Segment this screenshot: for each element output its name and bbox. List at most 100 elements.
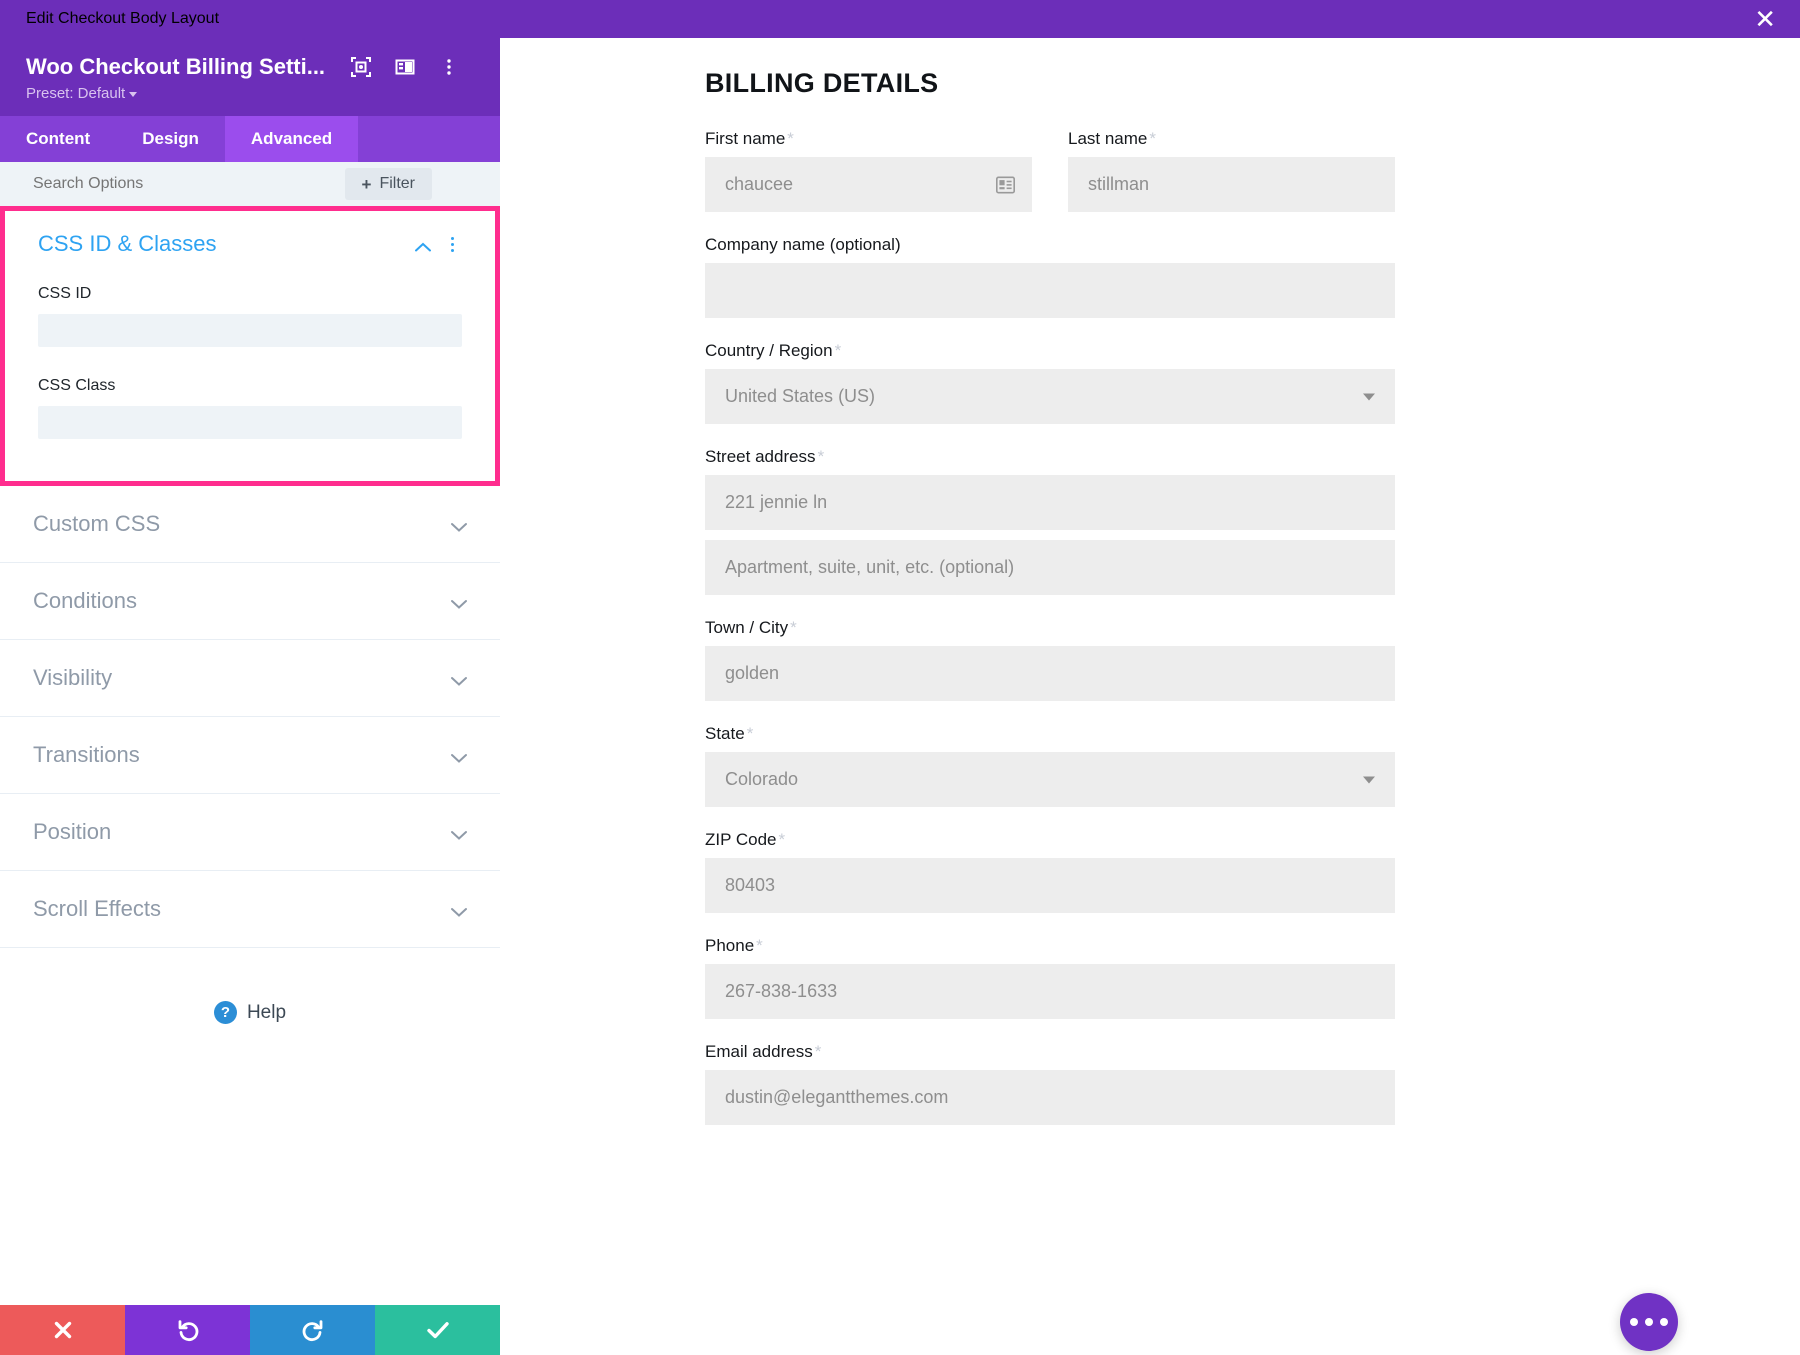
- module-title: Woo Checkout Billing Setti...: [26, 54, 325, 80]
- field-label: Street address*: [705, 447, 1395, 467]
- field-label: Last name*: [1068, 129, 1395, 149]
- help-button[interactable]: ? Help: [0, 948, 500, 1024]
- field-label: Company name (optional): [705, 235, 1395, 255]
- tab-content[interactable]: Content: [0, 116, 116, 162]
- chevron-down-icon: [451, 596, 467, 606]
- toggle-conditions[interactable]: Conditions: [0, 563, 500, 640]
- field-label: Town / City*: [705, 618, 1395, 638]
- chevron-down-icon: [1363, 776, 1375, 783]
- chevron-down-icon: [451, 827, 467, 837]
- chevron-down-icon: [451, 673, 467, 683]
- input-value: dustin@elegantthemes.com: [725, 1087, 948, 1108]
- chevron-down-icon: [451, 519, 467, 529]
- toggle-transitions[interactable]: Transitions: [0, 717, 500, 794]
- toggle-scroll-effects[interactable]: Scroll Effects: [0, 871, 500, 948]
- settings-panel: Woo Checkout Billing Setti...: [0, 38, 500, 1355]
- required-marker: *: [1149, 129, 1156, 148]
- toggle-visibility[interactable]: Visibility: [0, 640, 500, 717]
- chevron-down-icon: [129, 92, 137, 97]
- field-css-class: CSS Class: [38, 377, 462, 439]
- toggle-label: Transitions: [33, 742, 140, 768]
- company-input[interactable]: [705, 263, 1395, 318]
- first-name-input[interactable]: chaucee: [705, 157, 1032, 212]
- zip-input[interactable]: 80403: [705, 858, 1395, 913]
- save-button[interactable]: [375, 1305, 500, 1355]
- preset-selector[interactable]: Preset: Default: [26, 85, 478, 102]
- focus-icon[interactable]: [351, 57, 371, 77]
- layout-columns-icon[interactable]: [395, 57, 415, 77]
- input-value: chaucee: [725, 174, 793, 195]
- toggle-label: Custom CSS: [33, 511, 160, 537]
- autofill-contact-icon[interactable]: [996, 176, 1015, 193]
- required-marker: *: [835, 341, 842, 360]
- panel-header: Woo Checkout Billing Setti...: [0, 38, 500, 116]
- field-label: CSS ID: [38, 285, 462, 303]
- question-mark-icon: ?: [214, 1001, 237, 1024]
- email-input[interactable]: dustin@elegantthemes.com: [705, 1070, 1395, 1125]
- window-title: Edit Checkout Body Layout: [26, 10, 219, 28]
- toggle-label: Conditions: [33, 588, 137, 614]
- field-label: Email address*: [705, 1042, 1395, 1062]
- required-marker: *: [815, 1042, 822, 1061]
- preset-label: Preset: Default: [26, 85, 125, 102]
- input-value: golden: [725, 663, 779, 684]
- toggle-more-icon[interactable]: [451, 237, 454, 252]
- field-state: State* Colorado: [705, 724, 1395, 807]
- search-input[interactable]: [33, 175, 273, 193]
- dot-icon: [1645, 1318, 1653, 1326]
- chevron-down-icon: [451, 750, 467, 760]
- css-id-input[interactable]: [38, 314, 462, 347]
- field-company: Company name (optional): [705, 235, 1395, 318]
- phone-input[interactable]: 267-838-1633: [705, 964, 1395, 1019]
- more-vertical-icon[interactable]: [439, 57, 459, 77]
- close-icon[interactable]: ✕: [1748, 6, 1782, 32]
- toggle-label: Visibility: [33, 665, 112, 691]
- last-name-input[interactable]: stillman: [1068, 157, 1395, 212]
- field-label: CSS Class: [38, 377, 462, 395]
- toggle-custom-css[interactable]: Custom CSS: [0, 486, 500, 563]
- required-marker: *: [787, 129, 794, 148]
- tab-advanced[interactable]: Advanced: [225, 116, 358, 162]
- panel-action-bar: [0, 1305, 500, 1355]
- field-phone: Phone* 267-838-1633: [705, 936, 1395, 1019]
- apartment-input[interactable]: Apartment, suite, unit, etc. (optional): [705, 540, 1395, 595]
- field-street-address-2: Apartment, suite, unit, etc. (optional): [705, 540, 1395, 595]
- country-select[interactable]: United States (US): [705, 369, 1395, 424]
- page-settings-fab[interactable]: [1620, 1293, 1678, 1351]
- toggle-label: Scroll Effects: [33, 896, 161, 922]
- redo-button[interactable]: [250, 1305, 375, 1355]
- required-marker: *: [790, 618, 797, 637]
- field-label: State*: [705, 724, 1395, 744]
- field-label: Phone*: [705, 936, 1395, 956]
- page-title: BILLING DETAILS: [705, 68, 1395, 99]
- toggle-position[interactable]: Position: [0, 794, 500, 871]
- app-root: Edit Checkout Body Layout ✕ Woo Checkout…: [0, 0, 1800, 1355]
- required-marker: *: [779, 830, 786, 849]
- panel-tabs: Content Design Advanced: [0, 116, 500, 162]
- cancel-button[interactable]: [0, 1305, 125, 1355]
- filter-button[interactable]: + Filter: [345, 168, 433, 200]
- street-address-input[interactable]: 221 jennie ln: [705, 475, 1395, 530]
- toggle-title[interactable]: CSS ID & Classes: [38, 231, 217, 257]
- field-label: Country / Region*: [705, 341, 1395, 361]
- input-value: 267-838-1633: [725, 981, 837, 1002]
- state-select[interactable]: Colorado: [705, 752, 1395, 807]
- required-marker: *: [818, 447, 825, 466]
- chevron-up-icon[interactable]: [415, 239, 431, 249]
- city-input[interactable]: golden: [705, 646, 1395, 701]
- field-label: ZIP Code*: [705, 830, 1395, 850]
- field-css-id: CSS ID: [38, 285, 462, 347]
- tab-design[interactable]: Design: [116, 116, 225, 162]
- field-first-name: First name* chaucee: [705, 129, 1032, 212]
- search-options-row: + Filter: [0, 162, 500, 206]
- field-label: First name*: [705, 129, 1032, 149]
- field-street-address: Street address* 221 jennie ln: [705, 447, 1395, 530]
- dot-icon: [1630, 1318, 1638, 1326]
- undo-button[interactable]: [125, 1305, 250, 1355]
- window-titlebar: Edit Checkout Body Layout ✕: [0, 0, 1800, 38]
- chevron-down-icon: [1363, 393, 1375, 400]
- css-class-input[interactable]: [38, 406, 462, 439]
- field-country: Country / Region* United States (US): [705, 341, 1395, 424]
- input-value: Colorado: [725, 769, 798, 790]
- help-label: Help: [247, 1002, 286, 1024]
